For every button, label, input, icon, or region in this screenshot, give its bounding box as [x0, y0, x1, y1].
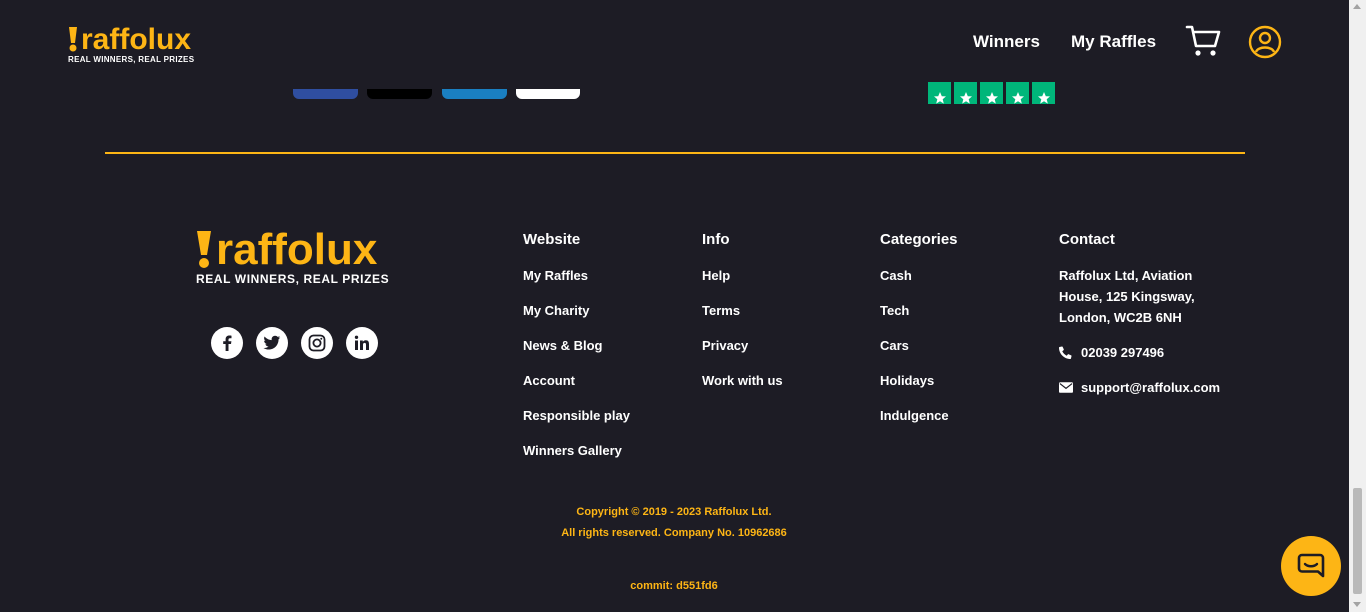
payment-badge — [516, 89, 580, 99]
logo-tagline: REAL WINNERS, REAL PRIZES — [196, 272, 390, 286]
scroll-down-arrow-icon[interactable] — [1353, 602, 1361, 607]
cart-button[interactable] — [1185, 24, 1221, 63]
scrollbar-thumb[interactable] — [1353, 488, 1362, 594]
company-number-line: All rights reserved. Company No. 1096268… — [561, 527, 787, 539]
logo-mark-icon — [69, 27, 77, 52]
twitter-icon — [263, 335, 281, 350]
chat-launcher-button[interactable] — [1281, 536, 1341, 596]
footer-link-terms[interactable]: Terms — [702, 303, 740, 318]
column-title: Contact — [1059, 231, 1115, 248]
footer-link-indulgence[interactable]: Indulgence — [880, 408, 949, 423]
footer-link-my-charity[interactable]: My Charity — [523, 303, 589, 318]
copyright-line: Copyright © 2019 - 2023 Raffolux Ltd. — [576, 506, 772, 518]
footer-logo[interactable]: raffolux REAL WINNERS, REAL PRIZES — [196, 225, 390, 287]
payment-badge — [442, 89, 507, 99]
chat-icon — [1297, 553, 1325, 578]
column-title: Categories — [880, 231, 958, 248]
commit-hash: commit: d551fd6 — [630, 580, 718, 592]
nav-winners-link[interactable]: Winners — [973, 32, 1040, 52]
payment-badge — [367, 89, 432, 99]
address-line: Raffolux Ltd, Aviation — [1059, 268, 1193, 283]
footer-link-help[interactable]: Help — [702, 268, 730, 283]
logo-wordmark: raffolux — [81, 23, 192, 56]
star-icon — [1006, 82, 1029, 104]
phone-number: 02039 297496 — [1081, 345, 1165, 360]
footer-link-work-with-us[interactable]: Work with us — [702, 373, 783, 388]
instagram-link[interactable] — [301, 327, 333, 359]
footer-link-winners-gallery[interactable]: Winners Gallery — [523, 443, 622, 458]
footer-link-holidays[interactable]: Holidays — [880, 373, 934, 388]
address-line: House, 125 Kingsway, — [1059, 289, 1195, 304]
star-icon — [980, 82, 1003, 104]
address-line: London, WC2B 6NH — [1059, 310, 1182, 325]
trustpilot-stars — [928, 82, 1058, 104]
nav-my-raffles-link[interactable]: My Raffles — [1071, 32, 1156, 52]
footer-link-account[interactable]: Account — [523, 373, 575, 388]
footer-column-contact: Contact Raffolux Ltd, Aviation House, 12… — [1059, 231, 1239, 395]
payment-badge — [293, 89, 358, 99]
footer-link-privacy[interactable]: Privacy — [702, 338, 748, 353]
footer-link-news-blog[interactable]: News & Blog — [523, 338, 602, 353]
footer-link-tech[interactable]: Tech — [880, 303, 909, 318]
footer-link-my-raffles[interactable]: My Raffles — [523, 268, 588, 283]
footer-column-website: Website My Raffles My Charity News & Blo… — [523, 231, 630, 458]
header-logo[interactable]: raffolux REAL WINNERS, REAL PRIZES — [68, 23, 195, 65]
user-icon — [1248, 25, 1282, 59]
star-icon — [954, 82, 977, 104]
star-icon — [1032, 82, 1055, 104]
footer-column-info: Info Help Terms Privacy Work with us — [702, 231, 783, 388]
phone-icon — [1059, 346, 1072, 359]
footer-link-cars[interactable]: Cars — [880, 338, 909, 353]
star-icon — [928, 82, 951, 104]
footer-column-categories: Categories Cash Tech Cars Holidays Indul… — [880, 231, 958, 423]
linkedin-link[interactable] — [346, 327, 378, 359]
logo-wordmark: raffolux — [216, 225, 378, 274]
envelope-icon — [1059, 382, 1073, 393]
email-address: support@raffolux.com — [1081, 380, 1221, 395]
logo-tagline: REAL WINNERS, REAL PRIZES — [68, 55, 195, 64]
column-title: Website — [523, 231, 581, 248]
linkedin-icon — [354, 335, 369, 350]
cart-icon — [1185, 25, 1221, 56]
contact-address: Raffolux Ltd, Aviation House, 125 Kingsw… — [1059, 265, 1195, 328]
logo-mark-icon — [197, 231, 211, 268]
scroll-up-arrow-icon[interactable] — [1353, 4, 1361, 9]
footer-divider — [105, 152, 1245, 154]
instagram-icon — [308, 334, 326, 352]
footer-link-cash[interactable]: Cash — [880, 268, 912, 283]
twitter-link[interactable] — [256, 327, 288, 359]
contact-phone[interactable]: 02039 297496 — [1059, 342, 1164, 363]
facebook-icon — [223, 335, 232, 351]
facebook-link[interactable] — [211, 327, 243, 359]
page-scrollbar[interactable] — [1349, 0, 1366, 612]
footer-link-responsible-play[interactable]: Responsible play — [523, 408, 630, 423]
account-button[interactable] — [1248, 25, 1282, 64]
column-title: Info — [702, 231, 730, 248]
contact-email[interactable]: support@raffolux.com — [1059, 377, 1220, 398]
